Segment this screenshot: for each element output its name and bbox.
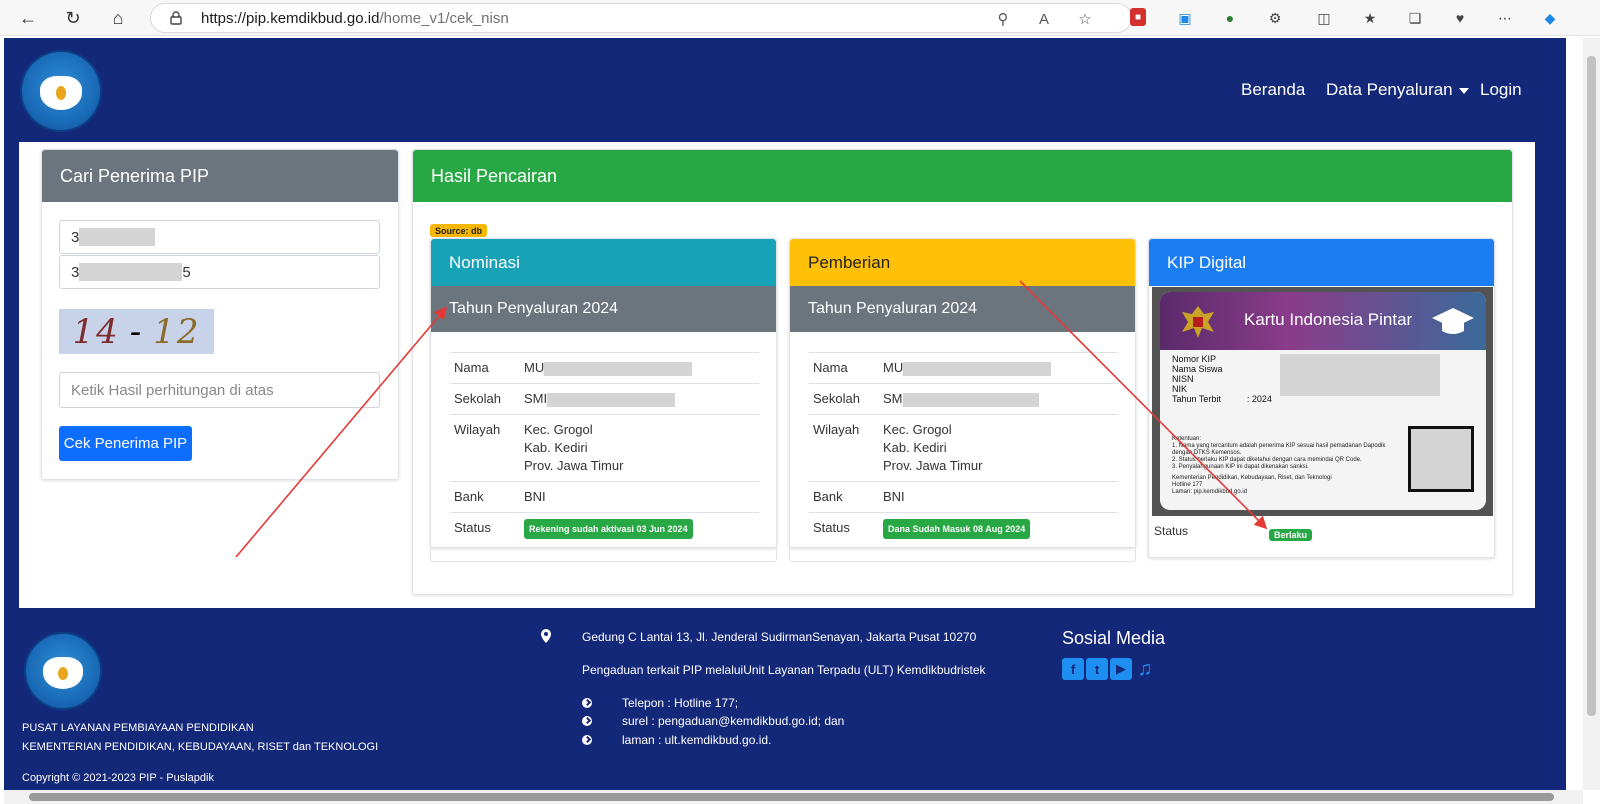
twitter-icon[interactable]: t (1086, 658, 1108, 680)
captcha-answer-input[interactable] (59, 372, 380, 408)
table-row: Bank BNI (450, 481, 759, 513)
browser-toolbar: ← ↻ ⌂ https://pip.kemdikbud.go.id/home_v… (0, 0, 1600, 36)
redacted-block (79, 263, 183, 281)
kip-card-image[interactable]: Kartu Indonesia Pintar Nomor KIP Nama Si… (1160, 292, 1486, 510)
nominasi-card: Nominasi Tahun Penyaluran 2024 Nama MU Se… (430, 238, 777, 548)
search-card-title: Cari Penerima PIP (42, 150, 398, 202)
table-row: Wilayah Kec. Grogol Kab. Kediri Prov. Jawa … (450, 414, 759, 482)
card-footer (430, 548, 777, 562)
kip-card-title: Kartu Indonesia Pintar (1244, 310, 1413, 329)
redacted-block (902, 392, 1039, 407)
reload-icon[interactable]: ↻ (61, 6, 85, 30)
nominasi-table: Nama MU Sekolah SMI Wilayah Kec. Grogol Kab.… (450, 352, 759, 545)
kip-card-notes: Ketentuan: 1. Nama yang tercantum adalah… (1172, 436, 1386, 495)
address-bar[interactable]: https://pip.kemdikbud.go.id/home_v1/cek_… (150, 3, 1132, 33)
garuda-emblem-icon (1182, 306, 1214, 338)
extension-blue-icon[interactable]: ▣ (1175, 8, 1195, 28)
redacted-block (903, 361, 1052, 376)
status-badge: Rekening sudah aktivasi 03 Jun 2024 (524, 519, 693, 539)
chevron-circle-icon (582, 716, 592, 726)
table-row: Status Rekening sudah aktivasi 03 Jun 202… (450, 512, 759, 545)
source-badge: Source: db (430, 224, 488, 237)
favorite-star-icon[interactable]: ☆ (1076, 10, 1094, 28)
nik-field[interactable]: 35 (59, 255, 380, 289)
tiktok-icon[interactable]: ♫ (1134, 658, 1156, 680)
footer-org-1: PUSAT LAYANAN PEMBIAYAAN PENDIDIKAN (22, 722, 254, 734)
redacted-block (1280, 354, 1440, 396)
split-screen-icon[interactable]: ◫ (1314, 8, 1334, 28)
zoom-icon[interactable]: ⚲ (994, 10, 1012, 28)
table-row: Sekolah SM (809, 383, 1118, 415)
lock-icon (170, 11, 182, 25)
graduation-cap-icon (1432, 308, 1474, 334)
kip-digital-title: KIP Digital (1149, 239, 1494, 286)
youtube-icon[interactable]: ▶ (1110, 658, 1132, 680)
vertical-scrollbar[interactable] (1583, 38, 1600, 790)
table-row: Status Dana Sudah Masuk 08 Aug 2024 (809, 512, 1118, 545)
redacted-block (547, 392, 676, 407)
caret-down-icon (1458, 87, 1469, 94)
extensions-puzzle-icon[interactable]: ⚙ (1265, 8, 1285, 28)
nav-beranda[interactable]: Beranda (1241, 80, 1305, 100)
favorites-icon[interactable]: ★ (1360, 8, 1380, 28)
nominasi-title: Nominasi (431, 239, 776, 286)
footer-address: Gedung C Lantai 13, Jl. Jenderal Sudirma… (582, 630, 977, 644)
kip-status-label: Status (1154, 524, 1189, 538)
card-footer (789, 548, 1136, 562)
footer-phone: Telepon : Hotline 177; (622, 696, 739, 710)
footer-org-2: KEMENTERIAN PENDIDIKAN, KEBUDAYAAN, RISE… (22, 741, 379, 753)
status-badge: Dana Sudah Masuk 08 Aug 2024 (883, 519, 1031, 539)
tut-wuri-handayani-logo[interactable] (20, 50, 102, 132)
nisn-field[interactable]: 3 (59, 220, 380, 254)
table-row: Wilayah Kec. Grogol Kab. Kediri Prov. Jawa … (809, 414, 1118, 482)
table-row: Sekolah SMI (450, 383, 759, 415)
results-card-title: Hasil Pencairan (413, 150, 1512, 202)
qr-code (1408, 426, 1474, 492)
cek-penerima-button[interactable]: Cek Penerima PIP (59, 426, 192, 461)
kip-card-fields: Nomor KIP Nama Siswa NISN NIK Tahun Terb… (1172, 354, 1272, 404)
facebook-icon[interactable]: f (1062, 658, 1084, 680)
read-aloud-icon[interactable]: A (1035, 10, 1053, 28)
browser-essentials-icon[interactable]: ♥ (1450, 8, 1470, 28)
collections-icon[interactable]: ❏ (1405, 8, 1425, 28)
horizontal-scrollbar[interactable] (4, 790, 1583, 804)
kip-status-badge: Berlaku (1269, 529, 1313, 541)
nav-data-penyaluran[interactable]: Data Penyaluran (1326, 80, 1469, 100)
pemberian-title: Pemberian (790, 239, 1135, 286)
extension-red-icon[interactable]: ■ (1130, 8, 1146, 26)
nav-login[interactable]: Login (1480, 80, 1522, 100)
table-row: Bank BNI (809, 481, 1118, 513)
social-media-title: Sosial Media (1062, 628, 1166, 648)
table-row: Nama MU (809, 352, 1118, 384)
chevron-circle-icon (582, 735, 592, 745)
nominasi-year: Tahun Penyaluran 2024 (431, 286, 776, 332)
footer-copyright: Copyright © 2021-2023 PIP - Puslapdik (22, 772, 214, 784)
footer-email[interactable]: surel : pengaduan@kemdikbud.go.id; dan (622, 714, 844, 728)
kip-card-image-frame: Kartu Indonesia Pintar Nomor KIP Nama Si… (1152, 287, 1493, 516)
pemberian-year: Tahun Penyaluran 2024 (790, 286, 1135, 332)
footer-complaint: Pengaduan terkait PIP melaluiUnit Layana… (582, 663, 986, 677)
map-marker-icon (541, 629, 551, 643)
home-icon[interactable]: ⌂ (106, 6, 130, 30)
pemberian-table: Nama MU Sekolah SM Wilayah Kec. Grogol Kab. … (809, 352, 1118, 545)
more-menu-icon[interactable]: ⋯ (1495, 8, 1515, 28)
kip-digital-card: KIP Digital Kartu Indonesia Pintar Nomor… (1148, 238, 1495, 558)
redacted-block (79, 228, 156, 246)
copilot-icon[interactable]: ◆ (1540, 8, 1560, 28)
footer-logo (24, 632, 102, 710)
url-text: https://pip.kemdikbud.go.id/home_v1/cek_… (201, 10, 509, 27)
captcha-image: 14-12 (59, 309, 214, 354)
back-icon[interactable]: ← (16, 6, 40, 30)
table-row: Nama MU (450, 352, 759, 384)
chevron-circle-icon (582, 698, 592, 708)
footer-web[interactable]: laman : ult.kemdikbud.go.id. (622, 733, 771, 747)
pemberian-card: Pemberian Tahun Penyaluran 2024 Nama MU S… (789, 238, 1136, 548)
extension-globe-icon[interactable]: ● (1220, 8, 1240, 28)
redacted-block (544, 361, 693, 376)
